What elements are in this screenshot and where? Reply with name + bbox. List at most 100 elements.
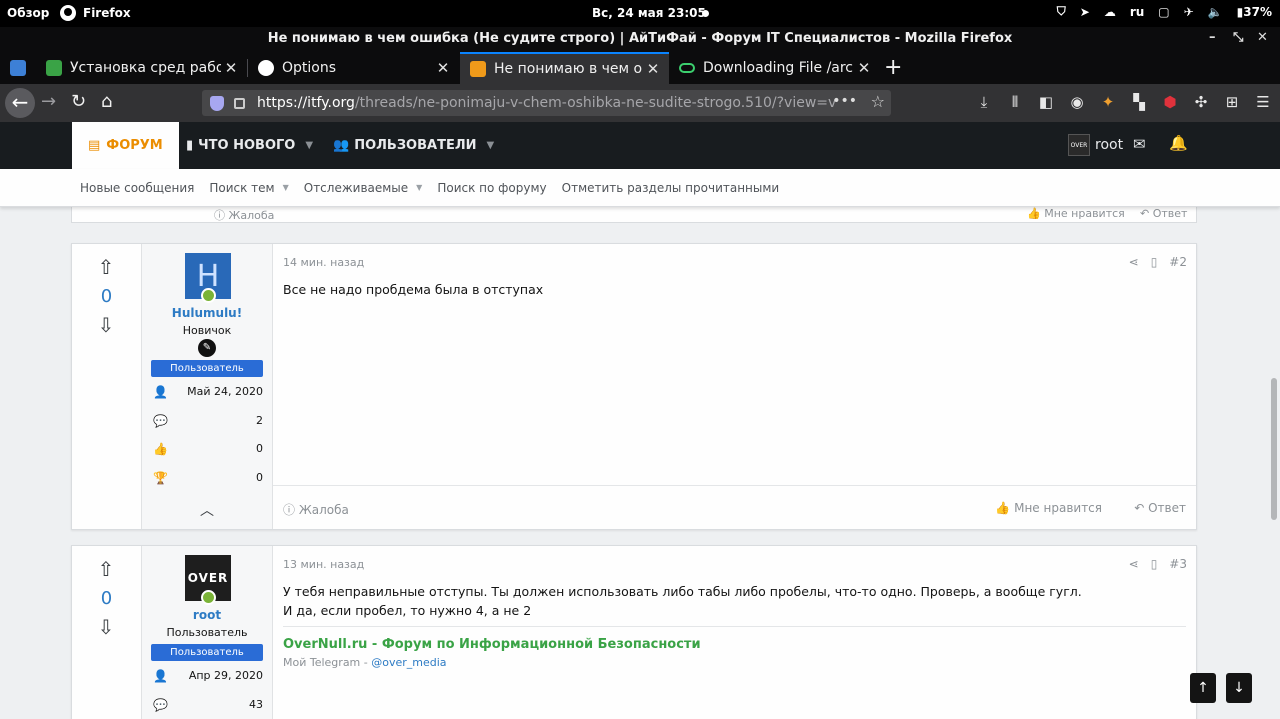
back-arrow-icon[interactable]: ←	[5, 88, 35, 118]
username-link[interactable]: root	[142, 608, 272, 622]
username-link[interactable]: Hulumulu!	[142, 306, 272, 320]
close-window-icon[interactable]: ✕	[1257, 30, 1268, 45]
reply-link[interactable]: ↶ Ответ	[1140, 207, 1187, 220]
extension-fox-icon[interactable]: ✦	[1099, 93, 1117, 111]
close-tab-icon[interactable]: ✕	[433, 59, 453, 77]
chevron-up-icon[interactable]: ︿	[200, 500, 214, 520]
chevron-down-icon[interactable]: ▼	[416, 183, 422, 192]
tab-current-thread[interactable]: Не понимаю в чем оши ✕	[460, 52, 669, 84]
pinned-tab[interactable]	[0, 52, 36, 84]
extension-squares-icon[interactable]: ⊞	[1223, 93, 1241, 111]
telegram-link[interactable]: @over_media	[371, 656, 446, 669]
home-icon[interactable]: ⌂	[101, 91, 112, 112]
nav-forum-tab[interactable]: ▤ ФОРУМ	[72, 122, 179, 169]
bookmark-icon[interactable]: ▯	[1151, 255, 1158, 269]
tab-options[interactable]: Options ✕	[248, 52, 459, 84]
nav-users-tab[interactable]: 👥 ПОЛЬЗОВАТЕЛИ ▼	[333, 122, 494, 169]
app-name: Firefox	[83, 6, 131, 20]
post-message-line: У тебя неправильные отступы. Ты должен и…	[283, 584, 1082, 599]
shield-tray-icon[interactable]: ⛉	[1057, 4, 1066, 19]
account-icon[interactable]: ◉	[1068, 93, 1086, 111]
nav-whats-new-tab[interactable]: ▮ ЧТО НОВОГО ▼	[186, 122, 313, 169]
messages-stat: 💬 2	[142, 414, 272, 430]
downloads-icon[interactable]: ⤓	[975, 93, 993, 111]
share-icon[interactable]: ⋖	[1129, 255, 1139, 269]
bell-icon[interactable]: 🔔	[1169, 134, 1188, 152]
share-icon[interactable]: ⋖	[1129, 557, 1139, 571]
restore-icon[interactable]: ⤡	[1233, 30, 1243, 45]
scroll-top-button[interactable]: ↑	[1190, 673, 1216, 703]
vote-up-icon[interactable]: ⇧	[95, 558, 117, 580]
cloud-tray-icon[interactable]: ☁	[1104, 5, 1116, 19]
subnav-search-forums[interactable]: Поиск по форуму	[437, 181, 546, 195]
volume-tray-icon[interactable]: 🔈	[1208, 5, 1223, 19]
user-rank: Новичок	[182, 324, 232, 337]
post-message: У тебя неправильные отступы. Ты должен и…	[283, 582, 1082, 620]
app-menu[interactable]: Firefox	[60, 5, 131, 21]
report-link[interactable]: ⓘ Жалоба	[283, 501, 349, 518]
url-host: https://itfy.org	[257, 95, 355, 111]
subnav-watched[interactable]: Отслеживаемые	[304, 181, 408, 195]
forward-arrow-icon[interactable]: →	[41, 91, 56, 112]
page-actions-icon[interactable]: •••	[832, 93, 857, 109]
reply-link[interactable]: ↶ Ответ	[1134, 501, 1186, 515]
lock-icon[interactable]	[234, 97, 245, 109]
bookmark-icon[interactable]: ▯	[1151, 557, 1158, 571]
window-title: Не понимаю в чем ошибка (Не судите строг…	[267, 31, 1013, 46]
clock[interactable]: Вс, 24 мая 23:05	[592, 6, 706, 20]
telegram-tray-icon[interactable]: ➤	[1080, 5, 1090, 19]
keyboard-layout[interactable]: ru	[1130, 5, 1144, 19]
minimize-icon[interactable]: –	[1209, 30, 1216, 45]
ublock-icon[interactable]: ⬢	[1161, 93, 1179, 111]
battery-status[interactable]: ▮ 37%	[1237, 5, 1272, 19]
activities-button[interactable]: Обзор	[7, 6, 49, 20]
like-label: Мне нравится	[1014, 501, 1102, 515]
chat-icon	[10, 60, 26, 76]
vote-down-icon[interactable]: ⇩	[95, 616, 117, 638]
new-tab-icon[interactable]: +	[884, 55, 902, 80]
reload-icon[interactable]: ↻	[71, 91, 86, 112]
menu-hamburger-icon[interactable]: ☰	[1254, 93, 1272, 111]
joined-stat: 👤 Май 24, 2020	[142, 385, 272, 401]
sidebar-icon[interactable]: ◧	[1037, 93, 1055, 111]
signature-link[interactable]: OverNull.ru - Форум по Информационной Бе…	[283, 637, 1186, 652]
tab-environment-setup[interactable]: Установка сред рабоче ✕	[36, 52, 247, 84]
post-number[interactable]: #2	[1169, 255, 1187, 269]
chevron-down-icon[interactable]: ▼	[305, 140, 313, 151]
like-link[interactable]: 👍 Мне нравится	[995, 501, 1102, 515]
airplane-tray-icon[interactable]: ✈	[1184, 5, 1194, 19]
chevron-down-icon[interactable]: ▼	[283, 183, 289, 192]
page-scrollbar[interactable]	[1271, 378, 1277, 520]
extension-puzzle-icon[interactable]: ✣	[1192, 93, 1210, 111]
post-number[interactable]: #3	[1169, 557, 1187, 571]
user-role-badge: Пользователь	[151, 644, 263, 661]
toolbar-icons: ⤓ ⫴ ◧ ◉ ✦ ▚ ⬢ ✣ ⊞ ☰	[975, 93, 1272, 111]
close-tab-icon[interactable]: ✕	[221, 59, 241, 77]
tab-downloading-file[interactable]: Downloading File /archi ✕	[669, 52, 880, 84]
vote-up-icon[interactable]: ⇧	[95, 256, 117, 278]
post-message: Все не надо пробдема была в отступах	[283, 282, 544, 297]
chevron-down-icon[interactable]: ▼	[487, 140, 495, 151]
account-menu[interactable]: OVER root	[1068, 134, 1123, 156]
post-time[interactable]: 14 мин. назад	[283, 256, 364, 269]
bookmark-star-icon[interactable]: ☆	[871, 92, 885, 111]
report-label: Жалоба	[298, 503, 349, 517]
library-icon[interactable]: ⫴	[1006, 93, 1024, 111]
tracking-shield-icon[interactable]	[210, 95, 224, 111]
close-tab-icon[interactable]: ✕	[854, 59, 874, 77]
post-time[interactable]: 13 мин. назад	[283, 558, 364, 571]
post: ⇧ 0 ⇩ H Hulumulu! Новичок ✎ Пользователь…	[71, 243, 1197, 530]
vote-down-icon[interactable]: ⇩	[95, 314, 117, 336]
subnav-find-threads[interactable]: Поиск тем	[209, 181, 274, 195]
screen-tray-icon[interactable]: ▢	[1158, 5, 1169, 19]
like-link[interactable]: 👍 Мне нравится	[1027, 207, 1125, 220]
url-text[interactable]: https://itfy.org/threads/ne-ponimaju-v-c…	[257, 95, 837, 111]
subnav-mark-read[interactable]: Отметить разделы прочитанными	[562, 181, 780, 195]
extension-grid-icon[interactable]: ▚	[1130, 93, 1148, 111]
mail-icon[interactable]: ✉	[1133, 135, 1146, 153]
close-tab-icon[interactable]: ✕	[643, 60, 663, 78]
scroll-bottom-button[interactable]: ↓	[1226, 673, 1252, 703]
url-bar[interactable]: https://itfy.org/threads/ne-ponimaju-v-c…	[202, 90, 891, 116]
subnav-new-posts[interactable]: Новые сообщения	[80, 181, 194, 195]
report-link[interactable]: ⓘ Жалоба	[214, 207, 274, 223]
